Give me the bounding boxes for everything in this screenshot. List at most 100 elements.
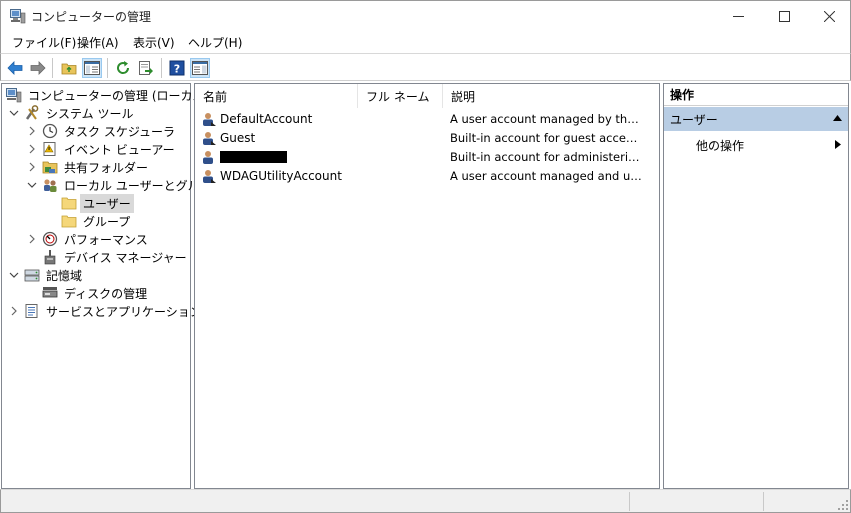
user-icon — [203, 132, 216, 145]
tree-label: 共有フォルダー — [64, 160, 149, 175]
tree-label: 記憶域 — [46, 268, 83, 283]
tools-icon — [25, 105, 39, 120]
user-description: A user account managed and use... — [450, 169, 642, 183]
tree-item-storage[interactable]: 記憶域 — [8, 266, 85, 284]
table-row[interactable]: WDAGUtilityAccount A user account manage… — [199, 167, 655, 186]
chevron-down-icon[interactable] — [8, 269, 20, 281]
tree-label: パフォーマンス — [64, 232, 148, 247]
clock-icon — [42, 123, 58, 139]
users-group-icon — [44, 179, 57, 192]
chevron-down-icon[interactable] — [26, 179, 38, 191]
tree-label: タスク スケジューラ — [64, 124, 175, 139]
tree-item-computer-management[interactable]: コンピューターの管理 (ローカル) — [6, 86, 212, 104]
tree-item-performance[interactable]: パフォーマンス — [26, 230, 151, 248]
tree-label: ディスクの管理 — [64, 286, 148, 301]
maximize-button[interactable] — [761, 1, 807, 32]
show-hide-action-pane-button[interactable] — [190, 58, 210, 78]
device-manager-icon — [44, 250, 56, 265]
tree-item-disk-management[interactable]: ディスクの管理 — [42, 284, 150, 302]
forward-button[interactable] — [28, 58, 48, 78]
event-viewer-icon — [43, 142, 56, 156]
user-list-view[interactable]: 名前 フル ネーム 説明 DefaultAccount A user accou… — [194, 83, 660, 489]
tree-item-task-scheduler[interactable]: タスク スケジューラ — [26, 122, 178, 140]
more-actions-label: 他の操作 — [696, 139, 745, 153]
close-button[interactable] — [806, 1, 851, 32]
chevron-right-icon[interactable] — [26, 143, 38, 155]
table-row[interactable]: Built-in account for administering... — [199, 148, 655, 167]
tree-item-services-applications[interactable]: サービスとアプリケーション — [8, 302, 205, 320]
services-applications-icon — [25, 304, 38, 318]
computer-management-icon — [10, 9, 26, 24]
menu-help[interactable]: ヘルプ(H) — [187, 34, 243, 51]
show-hide-action-pane-icon — [192, 61, 208, 75]
user-icon — [203, 113, 216, 126]
user-icon — [203, 151, 213, 164]
tree-item-event-viewer[interactable]: イベント ビューアー — [26, 140, 178, 158]
refresh-button[interactable] — [113, 58, 133, 78]
storage-icon — [24, 269, 40, 282]
resize-grip-icon[interactable] — [838, 500, 848, 510]
redacted-user-name — [220, 151, 287, 163]
tree-label: コンピューターの管理 (ローカル) — [28, 88, 210, 103]
chevron-down-icon[interactable] — [8, 107, 20, 119]
column-header-name[interactable]: 名前 — [195, 84, 358, 108]
export-list-button[interactable] — [136, 58, 156, 78]
computer-management-icon — [6, 88, 22, 103]
help-button[interactable]: ? — [167, 58, 187, 78]
collapse-up-icon[interactable] — [833, 115, 842, 121]
show-hide-console-tree-button[interactable] — [82, 58, 102, 78]
chevron-right-icon[interactable] — [26, 125, 38, 137]
tree-item-users[interactable]: ユーザー — [61, 193, 134, 213]
disk-management-icon — [42, 287, 58, 298]
show-hide-console-tree-icon — [84, 61, 100, 75]
performance-icon — [42, 231, 58, 247]
back-arrow-icon — [7, 61, 23, 75]
actions-section-label: ユーザー — [670, 112, 718, 127]
menu-file[interactable]: ファイル(F) — [11, 34, 77, 51]
user-name: DefaultAccount — [220, 112, 313, 126]
refresh-icon — [117, 61, 130, 74]
console-tree[interactable]: コンピューターの管理 (ローカル) システム ツール タスク スケジューラ イベ… — [1, 83, 223, 489]
user-name: Guest — [220, 131, 256, 145]
tree-item-shared-folders[interactable]: 共有フォルダー — [26, 158, 151, 176]
up-folder-icon — [61, 63, 77, 75]
column-header-description[interactable]: 説明 — [443, 84, 659, 108]
svg-text:?: ? — [174, 63, 180, 76]
help-icon: ? — [169, 60, 185, 76]
export-list-icon — [139, 61, 153, 75]
back-button[interactable] — [5, 58, 25, 78]
up-folder-button[interactable] — [59, 58, 79, 78]
shared-folder-icon — [42, 161, 58, 174]
menu-view[interactable]: 表示(V) — [132, 34, 176, 51]
actions-pane: 操作 ユーザー 他の操作 — [663, 83, 849, 489]
column-header-full-name[interactable]: フル ネーム — [358, 84, 443, 108]
window-title: コンピューターの管理 — [31, 10, 152, 24]
tree-label: サービスとアプリケーション — [46, 304, 202, 319]
user-description: Built-in account for administering... — [450, 150, 642, 164]
tree-label: イベント ビューアー — [64, 142, 175, 157]
user-icon — [203, 170, 216, 183]
chevron-right-icon[interactable] — [8, 305, 20, 317]
actions-section-users[interactable]: ユーザー — [664, 107, 848, 131]
tree-label: グループ — [83, 214, 131, 229]
table-row[interactable]: DefaultAccount A user account managed by… — [199, 110, 655, 129]
tree-label: デバイス マネージャー — [64, 250, 187, 265]
status-bar — [0, 489, 851, 513]
tree-item-device-manager[interactable]: デバイス マネージャー — [42, 248, 190, 266]
more-actions-item[interactable]: 他の操作 — [696, 137, 744, 154]
tree-label: ユーザー — [80, 193, 134, 213]
folder-icon — [61, 215, 77, 228]
maximize-icon — [778, 11, 790, 22]
tree-item-system-tools[interactable]: システム ツール — [8, 104, 136, 122]
toolbar: ? — [0, 53, 851, 81]
user-name: WDAGUtilityAccount — [220, 169, 342, 183]
tree-item-groups[interactable]: グループ — [61, 212, 133, 230]
chevron-right-icon[interactable] — [26, 161, 38, 173]
table-row[interactable]: Guest Built-in account for guest access … — [199, 129, 655, 148]
minimize-button[interactable] — [715, 1, 761, 32]
menu-bar: ファイル(F) 操作(A) 表示(V) ヘルプ(H) — [0, 31, 851, 53]
folder-icon — [61, 197, 77, 210]
status-segment — [763, 492, 764, 511]
menu-action[interactable]: 操作(A) — [76, 34, 120, 51]
chevron-right-icon[interactable] — [26, 233, 38, 245]
